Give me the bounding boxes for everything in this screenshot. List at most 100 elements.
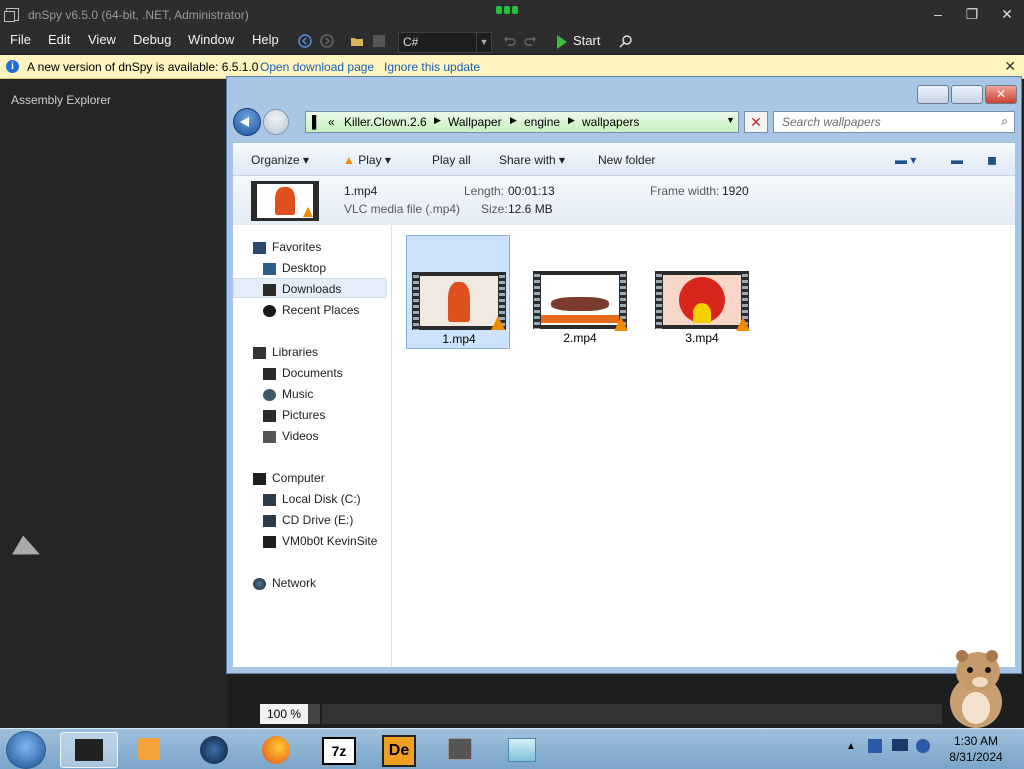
file-item[interactable]: 3.mp4: [650, 235, 754, 349]
explorer-maximize-button[interactable]: [951, 85, 983, 104]
file-name: 3.mp4: [685, 331, 719, 345]
zoom-select[interactable]: 100 %: [260, 704, 320, 724]
details-pane: 1.mp4 VLC media file (.mp4) Length: 00:0…: [233, 175, 1015, 227]
clear-address-icon[interactable]: ✕: [744, 111, 768, 133]
file-name: 2.mp4: [563, 331, 597, 345]
minimize-button[interactable]: –: [928, 6, 948, 22]
menu-view[interactable]: View: [86, 32, 118, 47]
close-button[interactable]: ✕: [997, 6, 1017, 23]
tray-expand-icon[interactable]: ▲: [846, 741, 856, 752]
taskbar-firefox[interactable]: [248, 732, 304, 766]
explorer-minimize-button[interactable]: [917, 85, 949, 104]
nav-libraries[interactable]: Libraries: [253, 342, 318, 362]
nav-favorites[interactable]: Favorites: [253, 237, 321, 257]
preview-pane-icon[interactable]: ▬: [951, 153, 963, 167]
start-button[interactable]: Start: [557, 33, 600, 49]
nav-back-icon[interactable]: [298, 34, 312, 48]
back-button[interactable]: [233, 108, 261, 136]
redo-icon[interactable]: [524, 34, 538, 48]
help-icon[interactable]: ◼: [987, 153, 997, 167]
dnspy-window-title: dnSpy v6.5.0 (64-bit, .NET, Administrato…: [28, 8, 249, 22]
language-select[interactable]: C# ▼: [398, 32, 492, 53]
menu-debug[interactable]: Debug: [131, 32, 173, 47]
breadcrumb-item[interactable]: Killer.Clown.2.6: [344, 115, 427, 129]
horizontal-scrollbar[interactable]: [322, 704, 942, 724]
breadcrumb-item[interactable]: Wallpaper: [448, 115, 502, 129]
taskbar: 7z De ▲ 1:30 AM 8/31/2024: [0, 728, 1024, 769]
menu-file[interactable]: File: [8, 32, 33, 47]
chevron-right-icon[interactable]: ▶: [568, 115, 575, 126]
tray-network-icon[interactable]: [868, 739, 882, 753]
search-icon[interactable]: [619, 34, 633, 48]
file-item[interactable]: 1.mp4: [406, 235, 510, 349]
chevron-right-icon[interactable]: ▶: [510, 115, 517, 126]
forward-button[interactable]: [263, 109, 289, 135]
recent-places-icon: [263, 304, 276, 317]
nav-videos[interactable]: Videos: [263, 426, 318, 446]
taskbar-windows[interactable]: [432, 732, 488, 766]
tray-volume-icon[interactable]: [916, 739, 930, 753]
share-with-button[interactable]: Share with ▾: [499, 153, 565, 167]
play-button[interactable]: ▲ Play ▾: [343, 153, 391, 167]
nav-pictures[interactable]: Pictures: [263, 405, 325, 425]
nav-recent-places[interactable]: Recent Places: [263, 300, 359, 320]
breadcrumb-item[interactable]: wallpapers: [582, 115, 639, 129]
breadcrumb-overflow-icon[interactable]: «: [328, 115, 335, 129]
details-file-name: 1.mp4: [344, 184, 378, 198]
cd-drive-icon: [263, 514, 276, 527]
assembly-explorer-panel: Assembly Explorer: [0, 79, 228, 730]
explorer-close-button[interactable]: ✕: [985, 85, 1017, 104]
nav-cd-drive[interactable]: CD Drive (E:): [263, 510, 353, 530]
info-icon: i: [6, 60, 19, 73]
nav-computer[interactable]: Computer: [253, 468, 325, 488]
start-orb-icon[interactable]: [6, 731, 46, 769]
nav-music[interactable]: Music: [263, 384, 313, 404]
open-folder-icon[interactable]: [350, 34, 364, 48]
breadcrumb-item[interactable]: engine: [524, 115, 560, 129]
taskbar-explorer[interactable]: [494, 732, 550, 766]
details-length: 00:01:13: [508, 184, 555, 198]
menu-edit[interactable]: Edit: [46, 32, 72, 47]
nav-downloads[interactable]: Downloads: [233, 278, 387, 298]
details-file-type: VLC media file (.mp4): [344, 202, 461, 216]
nav-documents[interactable]: Documents: [263, 363, 343, 383]
nav-vm-share[interactable]: VM0b0t KevinSite: [263, 531, 377, 551]
close-notification-icon[interactable]: ✕: [1004, 58, 1016, 75]
system-clock[interactable]: 1:30 AM 8/31/2024: [936, 733, 1016, 765]
undo-icon[interactable]: [502, 34, 516, 48]
save-icon[interactable]: [372, 34, 386, 48]
view-options-icon[interactable]: ▬ ▾: [895, 153, 916, 167]
menu-help[interactable]: Help: [250, 32, 281, 47]
dnspy-icon: [75, 739, 103, 761]
menu-window[interactable]: Window: [186, 32, 236, 47]
dnspy-logo: [496, 6, 526, 16]
update-message: A new version of dnSpy is available: 6.5…: [27, 60, 259, 74]
search-input[interactable]: Search wallpapers ⌕: [773, 111, 1015, 133]
maximize-button[interactable]: ❐: [962, 6, 982, 23]
assembly-explorer-title: Assembly Explorer: [11, 93, 112, 107]
new-folder-button[interactable]: New folder: [598, 153, 655, 167]
chevron-right-icon[interactable]: ▶: [434, 115, 441, 126]
downloads-icon: [263, 283, 276, 296]
address-bar[interactable]: ▌ « Killer.Clown.2.6 ▶ Wallpaper ▶ engin…: [305, 111, 739, 133]
taskbar-browser[interactable]: [186, 732, 242, 766]
play-all-button[interactable]: Play all: [432, 153, 471, 167]
taskbar-de4dot[interactable]: De: [370, 732, 426, 767]
chevron-down-icon[interactable]: ▼: [726, 115, 735, 125]
file-item[interactable]: 2.mp4: [528, 235, 632, 349]
organize-button[interactable]: Organize ▾: [251, 153, 309, 167]
taskbar-dnspy[interactable]: [60, 732, 118, 768]
search-icon[interactable]: ⌕: [1001, 114, 1008, 129]
tray-display-icon[interactable]: [892, 739, 908, 751]
nav-forward-icon[interactable]: [320, 34, 334, 48]
nav-desktop[interactable]: Desktop: [263, 258, 326, 278]
documents-icon: [263, 367, 276, 380]
nav-network[interactable]: Network: [253, 573, 316, 593]
ignore-update-link[interactable]: Ignore this update: [384, 60, 480, 74]
taskbar-7zip[interactable]: 7z: [310, 732, 366, 766]
nav-local-disk[interactable]: Local Disk (C:): [263, 489, 361, 509]
open-download-page-link[interactable]: Open download page: [260, 60, 374, 74]
taskbar-media-player[interactable]: [122, 732, 178, 766]
zoom-value: 100 %: [267, 707, 302, 721]
command-bar: Organize ▾ ▲ Play ▾ Play all Share with …: [233, 143, 1015, 176]
